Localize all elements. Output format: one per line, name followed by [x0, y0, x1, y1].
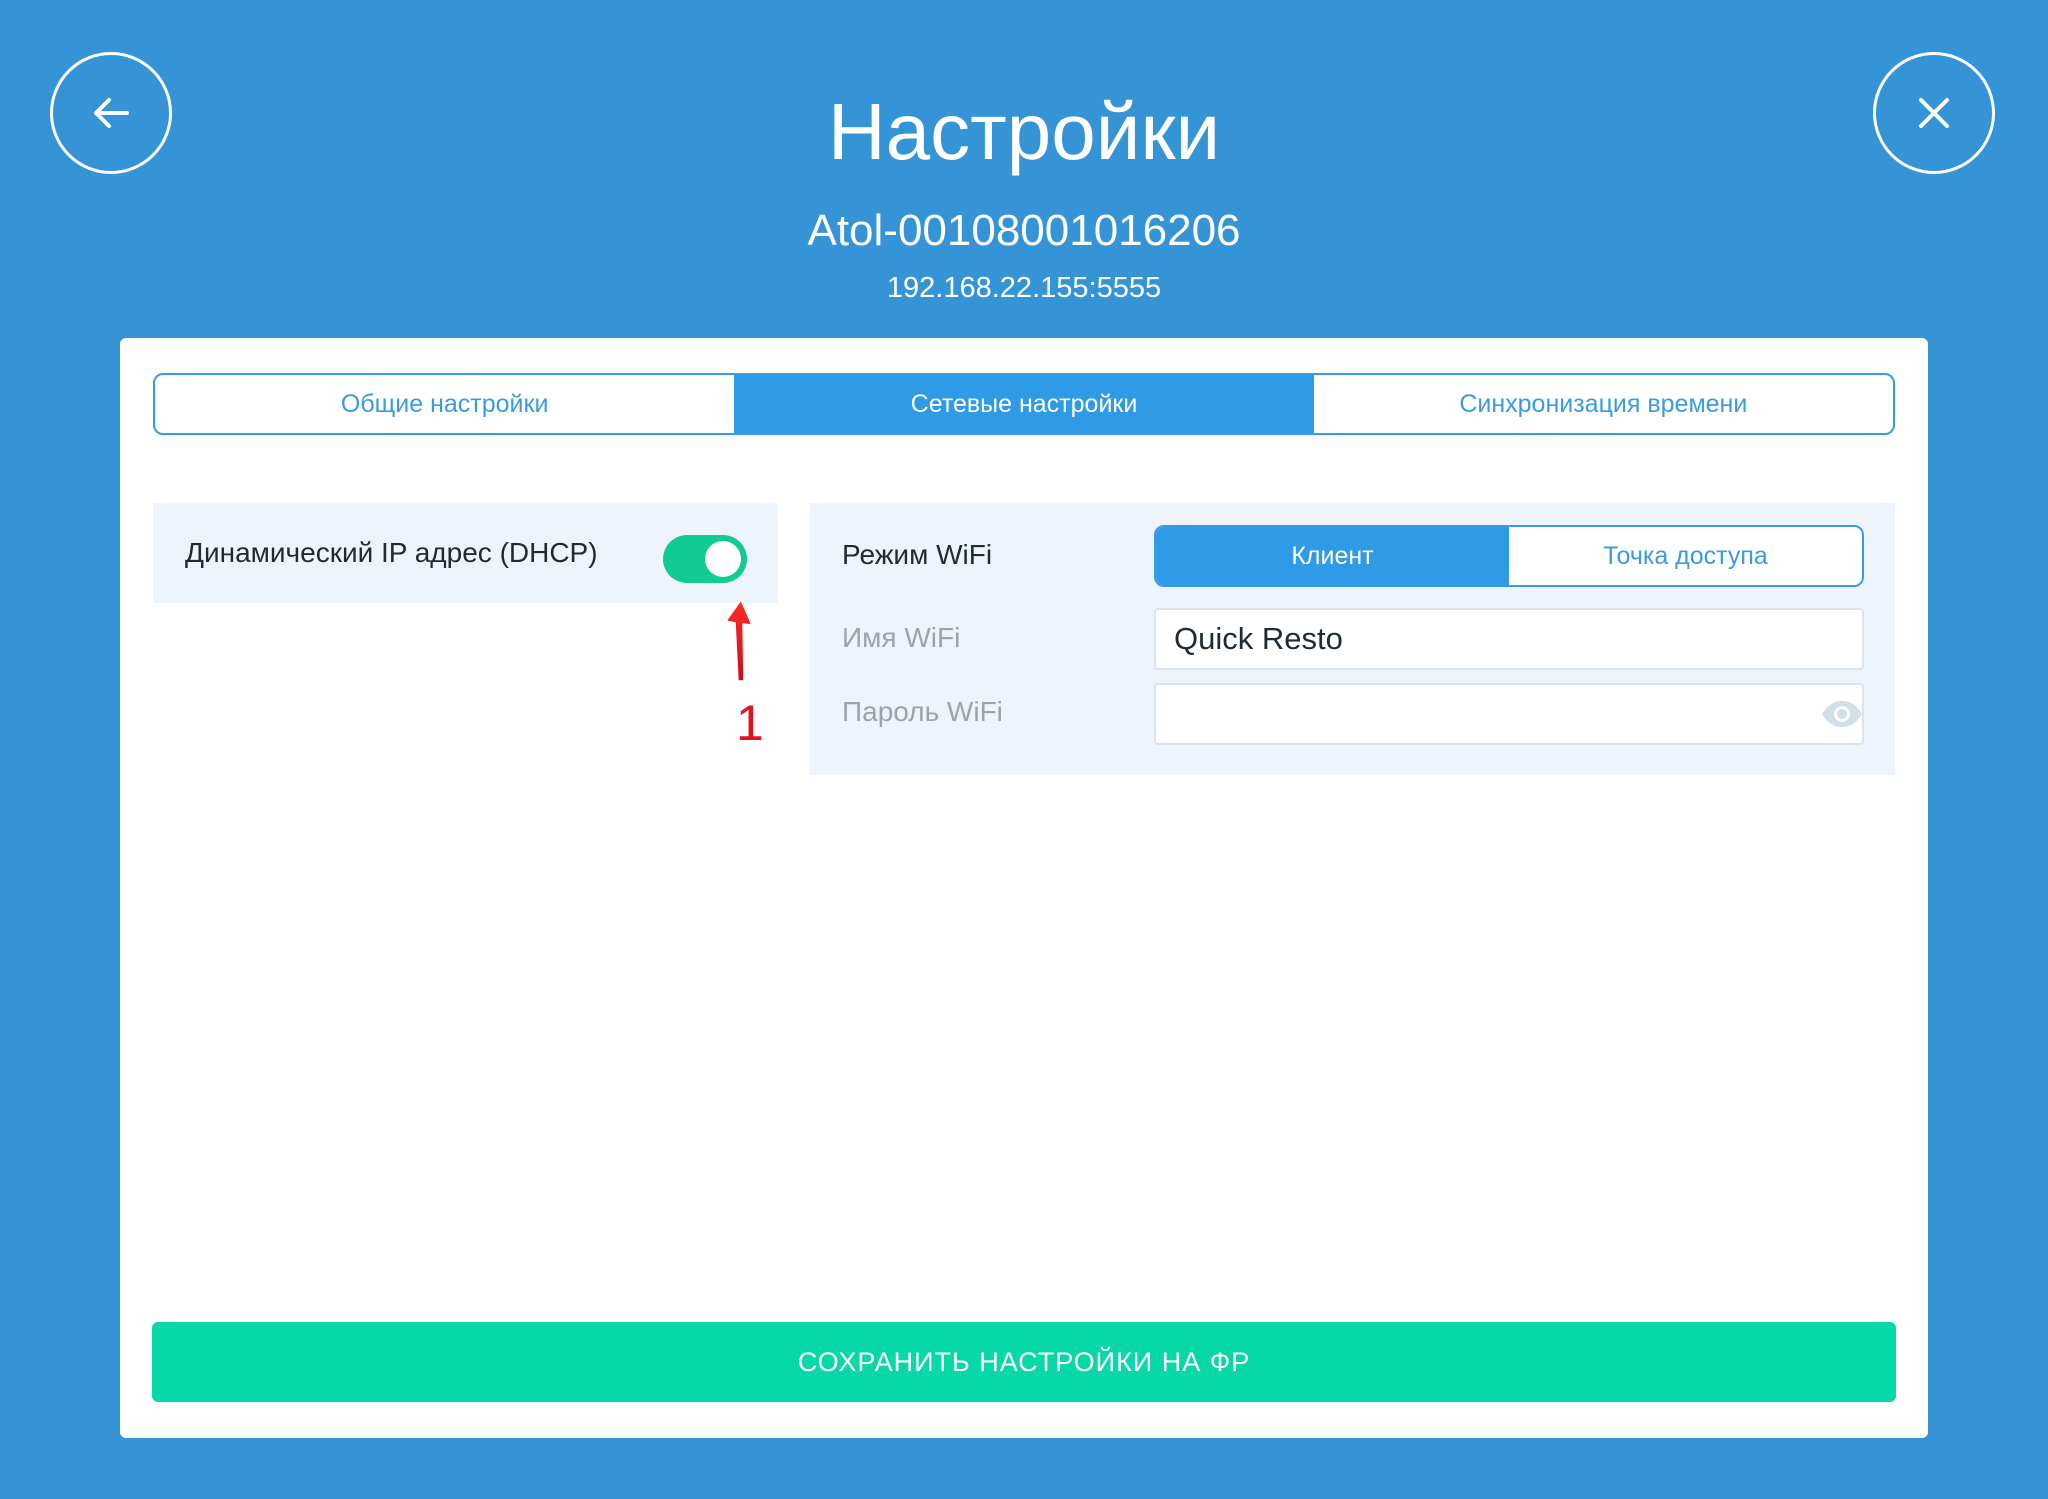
dhcp-toggle[interactable] — [663, 535, 747, 583]
wifi-panel: Режим WiFi Клиент Точка доступа Имя WiFi… — [810, 503, 1895, 775]
wifi-name-field[interactable] — [1154, 608, 1864, 670]
wifi-mode-selector: Клиент Точка доступа — [1154, 525, 1864, 587]
wifi-mode-access-point[interactable]: Точка доступа — [1509, 527, 1862, 585]
tab-general-settings[interactable]: Общие настройки — [155, 375, 734, 433]
wifi-mode-client[interactable]: Клиент — [1156, 527, 1509, 585]
wifi-password-field[interactable] — [1154, 683, 1864, 745]
device-name: Atol-00108001016206 — [807, 206, 1241, 255]
annotation-number: 1 — [736, 695, 764, 751]
save-settings-button[interactable]: СОХРАНИТЬ НАСТРОЙКИ НА ФР — [152, 1322, 1896, 1402]
toggle-knob — [705, 541, 741, 577]
wifi-password-label: Пароль WiFi — [842, 696, 1003, 727]
close-button[interactable] — [1873, 52, 1995, 174]
page-title: Настройки — [827, 87, 1221, 176]
dhcp-panel: Динамический IP адрес (DHCP) — [153, 503, 778, 603]
dhcp-label: Динамический IP адрес (DHCP) — [185, 537, 598, 568]
eye-icon[interactable] — [1820, 699, 1864, 729]
tab-network-settings[interactable]: Сетевые настройки — [734, 375, 1314, 433]
settings-tabs: Общие настройки Сетевые настройки Синхро… — [153, 373, 1895, 435]
wifi-mode-label: Режим WiFi — [842, 539, 993, 570]
settings-card: Общие настройки Сетевые настройки Синхро… — [120, 338, 1928, 1438]
close-icon — [1919, 98, 1949, 128]
tab-time-sync[interactable]: Синхронизация времени — [1314, 375, 1893, 433]
wifi-name-label: Имя WiFi — [842, 622, 961, 653]
device-address: 192.168.22.155:5555 — [886, 272, 1162, 304]
